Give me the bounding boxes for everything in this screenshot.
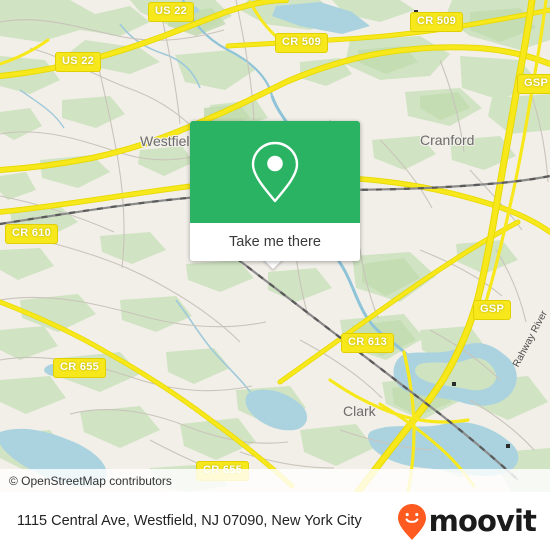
map-pin-icon: [251, 141, 299, 203]
footer-address-text: 1115 Central Ave, Westfield, NJ 07090, N…: [17, 512, 362, 529]
road-shield-gsp-south[interactable]: GSP: [473, 300, 512, 320]
moovit-logo[interactable]: moovit: [397, 503, 537, 541]
map-screen: Westfield Cranford Clark Rahway River US…: [0, 0, 550, 550]
road-shield-cr-613[interactable]: CR 613: [341, 333, 395, 353]
road-shield-us-22-west[interactable]: US 22: [55, 52, 102, 72]
road-shield-cr-509-east[interactable]: CR 509: [410, 12, 464, 32]
footer-bar: 1115 Central Ave, Westfield, NJ 07090, N…: [0, 492, 550, 550]
popup-image-area: [190, 121, 360, 223]
map-canvas[interactable]: Westfield Cranford Clark Rahway River US…: [0, 0, 550, 492]
attribution-text[interactable]: © OpenStreetMap contributors: [9, 474, 172, 488]
road-shield-cr-509-west[interactable]: CR 509: [275, 33, 329, 53]
road-shield-cr-655-west[interactable]: CR 655: [53, 358, 107, 378]
take-me-there-label: Take me there: [229, 234, 321, 250]
location-popup-card[interactable]: Take me there: [190, 121, 360, 261]
moovit-smiley-pin-icon: [397, 503, 426, 540]
road-shield-cr-610[interactable]: CR 610: [5, 224, 59, 244]
moovit-wordmark: moovit: [428, 504, 537, 538]
take-me-there-button[interactable]: Take me there: [190, 223, 360, 261]
road-shield-us-22-north[interactable]: US 22: [148, 2, 195, 22]
map-attribution-bar: © OpenStreetMap contributors: [0, 469, 550, 492]
road-shield-gsp-north[interactable]: GSP: [517, 74, 550, 94]
